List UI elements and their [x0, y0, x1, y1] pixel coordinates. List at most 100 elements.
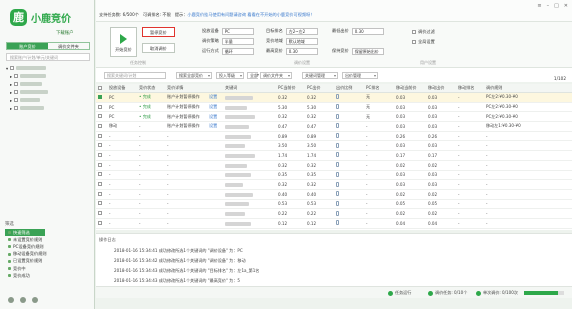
table-row[interactable]: PC • 完成 账户计划暂停操作 设置 5.30 5.30 无 0.03 0.03- PC左2:¥… — [96, 102, 572, 113]
cell-pc-bid[interactable]: 5.30 — [305, 102, 334, 113]
tree-checkbox[interactable] — [14, 106, 19, 110]
option-global-settings[interactable]: 全局设置 — [412, 39, 435, 45]
user-icon[interactable] — [32, 297, 38, 303]
interval-select[interactable]: 循环 — [221, 48, 254, 55]
level-select[interactable]: 投入等级 — [216, 72, 244, 79]
row-checkbox[interactable] — [96, 179, 107, 190]
chevron-down-icon[interactable]: ▾ — [6, 66, 8, 71]
cell-mobile-bid[interactable]: 0.04 — [426, 218, 456, 229]
col-pc-bid[interactable]: PC出价 — [305, 84, 334, 93]
tree-checkbox[interactable] — [14, 74, 19, 78]
table-row[interactable]: - - -0.35 0.35-0.03 0.03- - — [96, 170, 572, 181]
rank-select[interactable]: 左2~左2 — [285, 28, 318, 35]
menu-icon[interactable]: ≡ — [537, 3, 541, 9]
tree-row[interactable]: ▸ — [6, 104, 90, 112]
table-row[interactable]: - - -1.74 1.74-0.17 0.17- - — [96, 150, 572, 161]
col-mobile-rank[interactable]: 移动排名 — [456, 84, 484, 93]
row-checkbox[interactable] — [96, 218, 107, 229]
col-bid-ratio[interactable]: 出价比例 — [334, 84, 364, 93]
cell-pc-bid[interactable]: 0.22 — [305, 208, 334, 219]
cancel-bid-button[interactable]: 取消调价 — [142, 43, 175, 53]
cell-op-link[interactable] — [207, 199, 223, 210]
table-row[interactable]: - - -0.53 0.53-0.05 0.05- - — [96, 199, 572, 210]
table-row[interactable]: - - -0.32 0.32-0.03 0.03- - — [96, 179, 572, 190]
cell-pc-bid[interactable]: 0.32 — [305, 111, 334, 123]
video-link[interactable]: 看看在不开始的小鹿竞价可视频呀！ — [247, 12, 314, 17]
row-checkbox[interactable] — [96, 208, 107, 219]
table-row[interactable]: - - -0.12 0.12-0.04 0.04- - — [96, 218, 572, 229]
cell-mobile-bid[interactable]: 0.03 — [426, 92, 456, 103]
cell-pc-bid[interactable]: 0.47 — [305, 121, 334, 132]
tab-account-bidding[interactable]: 账户竞价 — [7, 43, 48, 49]
cell-pc-bid[interactable]: 0.32 — [305, 179, 334, 190]
cell-op-link[interactable]: 设置 — [207, 121, 223, 132]
row-checkbox[interactable] — [96, 111, 107, 123]
maximize-icon[interactable]: □ — [554, 3, 559, 9]
chevron-right-icon[interactable]: ▸ — [10, 106, 12, 111]
col-device[interactable]: 投放设备 — [107, 84, 137, 93]
filter-item[interactable]: 快速筛选 — [5, 229, 45, 237]
table-row[interactable]: - - -3.50 3.50-0.03 0.03- - — [96, 140, 572, 152]
filter-item[interactable]: PC设备竞价规则 — [5, 243, 90, 250]
tree-checkbox[interactable] — [14, 90, 19, 94]
col-detail[interactable]: 竞价详情 — [165, 84, 207, 93]
row-checkbox[interactable] — [96, 160, 107, 171]
tree-row[interactable]: ▸ — [6, 88, 90, 96]
cell-op-link[interactable] — [207, 140, 223, 152]
cell-mobile-bid[interactable]: 0.05 — [426, 199, 456, 210]
cell-op-link[interactable]: 设置 — [207, 111, 223, 123]
sidebar-search-input[interactable]: 搜索账户/计划/单元/关键词 — [6, 53, 90, 61]
row-checkbox[interactable] — [96, 199, 107, 210]
device-select[interactable]: PC — [221, 28, 254, 35]
tree-row[interactable]: ▾ — [6, 64, 90, 72]
cell-op-link[interactable] — [207, 131, 223, 142]
cell-mobile-bid[interactable]: 0.03 — [426, 102, 456, 113]
col-pc-rank[interactable]: PC排名 — [364, 84, 394, 93]
keyword-mgmt-select[interactable]: 关键词管理 — [302, 72, 338, 79]
table-row[interactable]: 移动 - 账户计划暂停操作 设置 0.47 0.47-0.03 0.03- 移动左1:¥0.3… — [96, 121, 572, 132]
tree-checkbox[interactable] — [10, 66, 15, 70]
cell-op-link[interactable] — [207, 179, 223, 190]
filter-item[interactable]: 竞价成功 — [5, 272, 90, 279]
row-checkbox[interactable] — [96, 121, 107, 132]
cell-mobile-bid[interactable]: 0.03 — [426, 111, 456, 123]
chevron-right-icon[interactable]: ▸ — [10, 74, 12, 79]
option-bid-filter[interactable]: 调价过滤 — [412, 29, 435, 35]
cell-op-link[interactable] — [207, 160, 223, 171]
row-checkbox[interactable] — [96, 150, 107, 161]
cell-pc-bid[interactable]: 0.32 — [305, 160, 334, 171]
cell-pc-bid[interactable]: 0.40 — [305, 189, 334, 200]
col-status[interactable]: 竞价状态 — [137, 84, 165, 93]
filter-item[interactable]: 未设置竞价规则 — [5, 236, 90, 243]
download-account-button[interactable]: 下载账户 — [56, 30, 74, 36]
select-all-checkbox[interactable] — [96, 84, 107, 93]
tree-checkbox[interactable] — [14, 82, 19, 86]
filter-item[interactable]: 已设置竞价规则 — [5, 258, 90, 265]
cell-mobile-bid[interactable]: 0.03 — [426, 170, 456, 181]
cell-mobile-bid[interactable]: 0.02 — [426, 160, 456, 171]
cell-mobile-bid[interactable]: 0.02 — [426, 208, 456, 219]
cell-pc-bid[interactable]: 0.89 — [305, 131, 334, 142]
cell-op-link[interactable] — [207, 170, 223, 181]
row-checkbox[interactable] — [96, 140, 107, 152]
settings-icon[interactable] — [8, 297, 14, 303]
cell-mobile-bid[interactable]: 0.03 — [426, 140, 456, 152]
col-mobile-bid[interactable]: 移动出价 — [426, 84, 456, 93]
col-mobile-current[interactable]: 移动当前价 — [394, 84, 426, 93]
col-keyword[interactable]: 关键词 — [223, 84, 276, 93]
tree-row[interactable]: ▸ — [6, 72, 90, 80]
col-pc-current[interactable]: PC当前价 — [276, 84, 305, 93]
table-row[interactable]: - - -0.32 0.32-0.02 0.02- - — [96, 160, 572, 171]
help-link[interactable]: 小鹿竞价挂马使用有问题请咨询 — [187, 12, 246, 17]
filter-item[interactable]: 移动设备竞价规则 — [5, 251, 90, 258]
cell-pc-bid[interactable]: 0.32 — [305, 92, 334, 103]
cell-mobile-bid[interactable]: 0.26 — [426, 131, 456, 142]
row-checkbox[interactable] — [96, 170, 107, 181]
minimize-icon[interactable]: – — [547, 3, 550, 9]
strategy-select[interactable]: 半量 — [221, 38, 254, 45]
cell-pc-bid[interactable]: 3.50 — [305, 140, 334, 152]
table-row[interactable]: PC • 完成 账户计划暂停操作 设置 0.32 0.32 无 0.03 0.03- PC左2:¥… — [96, 92, 572, 103]
cell-op-link[interactable] — [207, 189, 223, 200]
cell-pc-bid[interactable]: 1.74 — [305, 150, 334, 161]
gear-icon[interactable] — [412, 40, 416, 44]
